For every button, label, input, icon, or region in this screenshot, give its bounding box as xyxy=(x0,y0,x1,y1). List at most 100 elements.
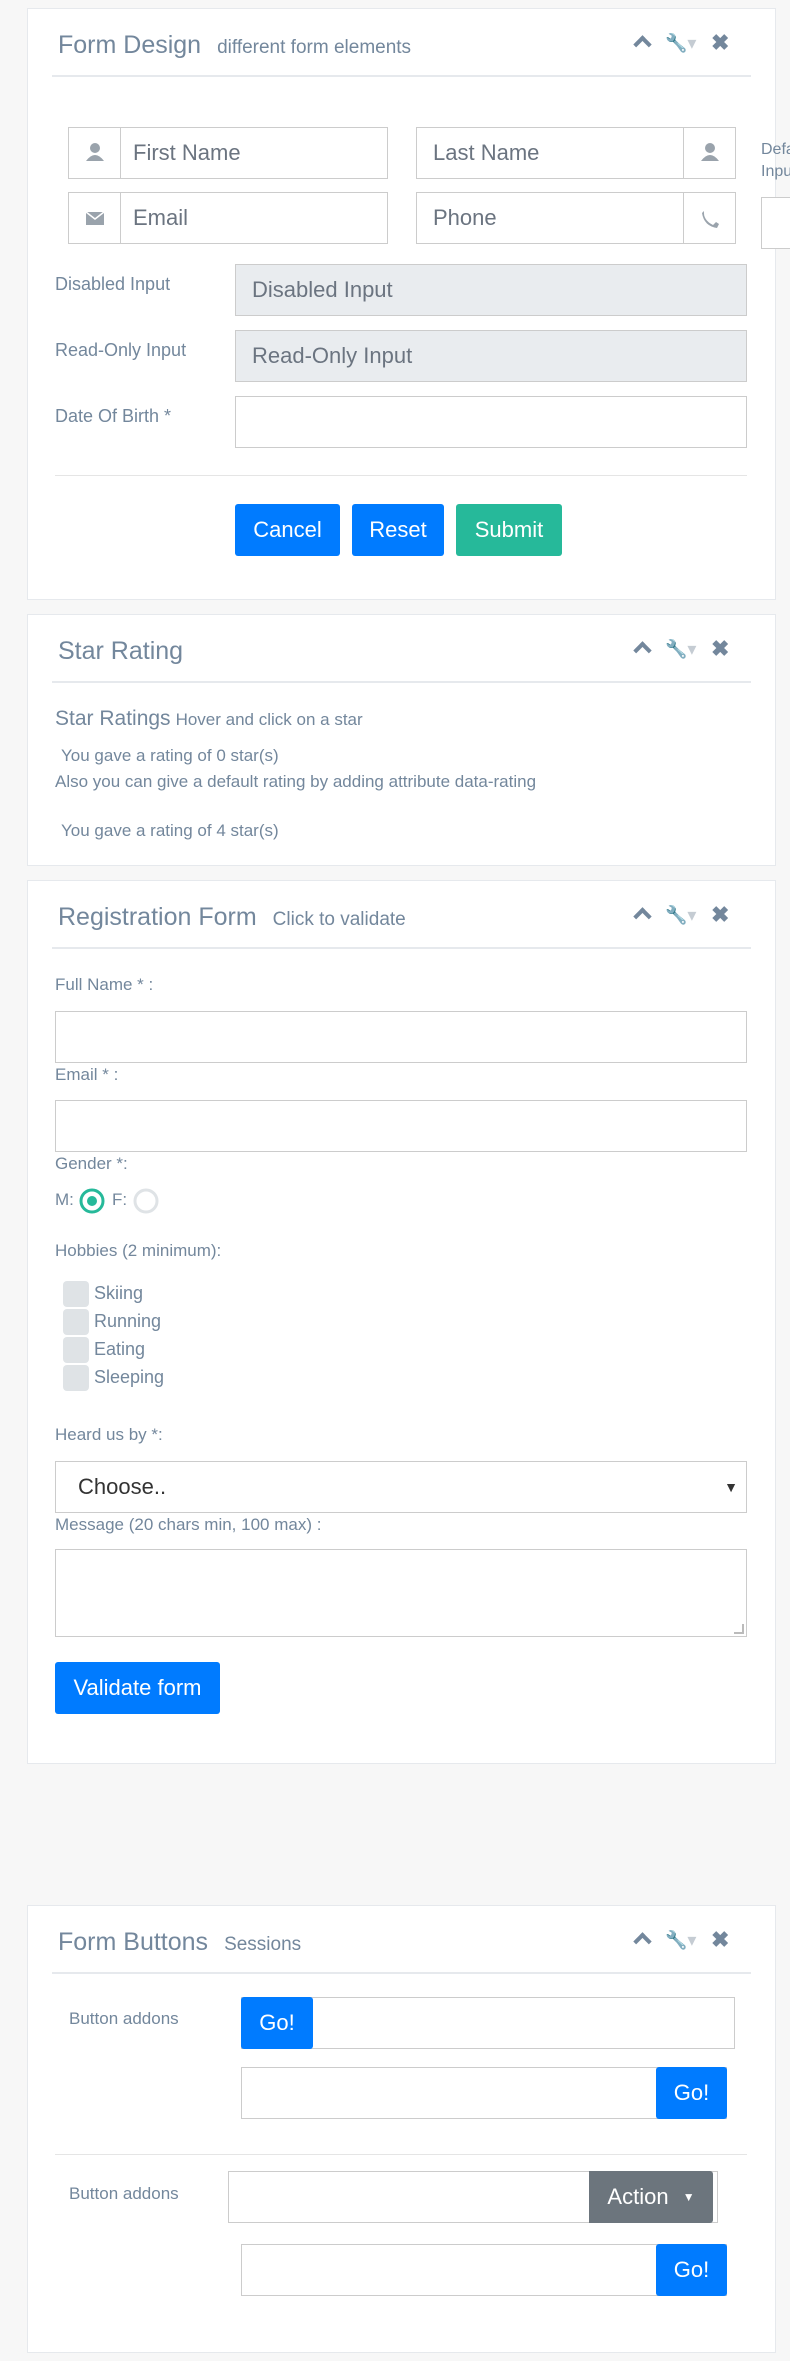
hobby-checkbox-skiing[interactable] xyxy=(63,1281,89,1307)
panel-toolbox: 🔧▾ ✖ xyxy=(633,32,743,57)
select-caret-icon: ▼ xyxy=(724,1479,738,1495)
heard-us-select[interactable]: Choose.. ▼ xyxy=(55,1461,747,1513)
collapse-chevron-icon[interactable] xyxy=(633,1930,649,1946)
panel-title: Registration Form Click to validate xyxy=(58,903,406,932)
dob-input[interactable] xyxy=(235,396,747,448)
panel-subtitle: Click to validate xyxy=(272,909,406,930)
panel-toolbox: 🔧▾ ✖ xyxy=(633,904,743,929)
panel-title-text: Form Design xyxy=(58,31,202,59)
panel-subtitle: different form elements xyxy=(217,37,412,58)
star-ratings-title: Star Ratings xyxy=(55,707,171,730)
action-label: Action xyxy=(607,2184,669,2209)
go-right-input-2[interactable] xyxy=(241,2244,727,2296)
panel-title-text: Registration Form xyxy=(58,903,257,931)
star-rating-panel: Star Rating 🔧▾ ✖ Star Ratings Hover and … xyxy=(27,614,776,866)
close-icon[interactable]: ✖ xyxy=(711,638,729,660)
last-name-placeholder: Last Name xyxy=(433,140,540,165)
close-icon[interactable]: ✖ xyxy=(711,904,729,926)
wrench-dropdown-icon[interactable]: 🔧▾ xyxy=(665,1930,699,1950)
button-addons-label: Button addons xyxy=(69,2184,179,2203)
email-placeholder: Email xyxy=(133,205,189,230)
disabled-input: Disabled Input xyxy=(235,264,747,316)
close-icon[interactable]: ✖ xyxy=(711,32,729,54)
rating-note: Also you can give a default rating by ad… xyxy=(55,772,537,791)
wrench-dropdown-icon[interactable]: 🔧▾ xyxy=(665,905,699,925)
panel-title: Form Buttons Sessions xyxy=(58,1928,301,1957)
heard-us-label: Heard us by *: xyxy=(55,1425,163,1444)
rating-output-1: You gave a rating of 0 star(s) xyxy=(61,746,279,765)
panel-toolbox: 🔧▾ ✖ xyxy=(633,1929,743,1954)
cancel-button[interactable]: Cancel xyxy=(235,504,340,556)
collapse-chevron-icon[interactable] xyxy=(633,639,649,655)
panel-title: Form Design different form elements xyxy=(58,31,411,60)
envelope-icon xyxy=(69,193,121,243)
male-label: M: xyxy=(55,1190,74,1209)
hobby-label-skiing: Skiing xyxy=(94,1283,144,1303)
message-label: Message (20 chars min, 100 max) : xyxy=(55,1515,322,1534)
readonly-input: Read-Only Input xyxy=(235,330,747,382)
panel-title-bar: Form Design different form elements 🔧▾ ✖ xyxy=(52,9,751,77)
panel-title-bar: Registration Form Click to validate 🔧▾ ✖ xyxy=(52,881,751,949)
hobby-checkbox-sleeping[interactable] xyxy=(63,1365,89,1391)
star-ratings-hint: Hover and click on a star xyxy=(175,710,363,729)
panel-title-text: Star Rating xyxy=(58,637,184,665)
star-ratings-heading: Star Ratings Hover and click on a star xyxy=(55,707,363,731)
male-radio[interactable] xyxy=(78,1187,106,1215)
go-button[interactable]: Go! xyxy=(656,2244,727,2296)
form-divider xyxy=(55,475,747,476)
gender-radio-group: M: xyxy=(55,1190,74,1210)
hobby-label-eating: Eating xyxy=(94,1339,146,1359)
button-addons-label: Button addons xyxy=(69,2009,179,2028)
close-icon[interactable]: ✖ xyxy=(711,1929,729,1951)
hobbies-label: Hobbies (2 minimum): xyxy=(55,1241,222,1260)
full-name-label: Full Name * : xyxy=(55,975,154,994)
last-name-input[interactable]: Last Name xyxy=(416,127,736,179)
buttons-divider xyxy=(55,2154,747,2155)
form-buttons-panel: Form Buttons Sessions 🔧▾ ✖ Button addons … xyxy=(27,1905,776,2353)
panel-title-text: Form Buttons xyxy=(58,1928,209,1956)
readonly-input-label: Read-Only Input xyxy=(55,340,187,360)
user-icon xyxy=(69,128,121,178)
phone-input[interactable]: Phone xyxy=(416,192,736,244)
reset-button[interactable]: Reset xyxy=(352,504,444,556)
hobby-label-running: Running xyxy=(94,1311,162,1331)
panel-title: Star Rating xyxy=(58,637,183,666)
resize-grip-icon[interactable] xyxy=(734,1624,744,1634)
message-textarea[interactable] xyxy=(55,1549,747,1637)
panel-toolbox: 🔧▾ ✖ xyxy=(633,638,743,663)
wrench-dropdown-icon[interactable]: 🔧▾ xyxy=(665,639,699,659)
go-right-input[interactable] xyxy=(241,2067,727,2119)
collapse-chevron-icon[interactable] xyxy=(633,905,649,921)
dob-label: Date Of Birth * xyxy=(55,406,172,426)
email-input[interactable] xyxy=(55,1100,747,1152)
hobby-checkbox-eating[interactable] xyxy=(63,1337,89,1363)
go-button[interactable]: Go! xyxy=(656,2067,727,2119)
action-dropdown-button[interactable]: Action ▼ xyxy=(589,2171,713,2223)
heard-us-selected: Choose.. xyxy=(78,1474,167,1499)
go-left-input[interactable] xyxy=(241,1997,735,2049)
first-name-placeholder: First Name xyxy=(133,140,241,165)
panel-title-bar: Star Rating 🔧▾ ✖ xyxy=(52,615,751,683)
full-name-input[interactable] xyxy=(55,1011,747,1063)
phone-placeholder: Phone xyxy=(433,205,497,230)
first-name-input[interactable]: First Name xyxy=(68,127,388,179)
submit-button[interactable]: Submit xyxy=(456,504,562,556)
form-design-panel: Form Design different form elements 🔧▾ ✖ … xyxy=(27,8,790,600)
go-button[interactable]: Go! xyxy=(241,1997,313,2049)
phone-icon xyxy=(683,193,735,243)
default-input-label: Defa Inpu xyxy=(761,139,790,183)
validate-form-button[interactable]: Validate form xyxy=(55,1662,220,1714)
hobby-label-sleeping: Sleeping xyxy=(94,1367,165,1387)
collapse-chevron-icon[interactable] xyxy=(633,33,649,49)
email-input[interactable]: Email xyxy=(68,192,388,244)
user-icon xyxy=(683,128,735,178)
panel-subtitle: Sessions xyxy=(224,1934,302,1955)
wrench-dropdown-icon[interactable]: 🔧▾ xyxy=(665,33,699,53)
default-label-line-2: Inpu xyxy=(761,163,790,180)
default-input-clipped[interactable] xyxy=(761,197,790,249)
hobby-checkbox-running[interactable] xyxy=(63,1309,89,1335)
female-radio[interactable] xyxy=(132,1187,160,1215)
email-label: Email * : xyxy=(55,1065,119,1084)
disabled-input-label: Disabled Input xyxy=(55,274,171,294)
registration-panel: Registration Form Click to validate 🔧▾ ✖ … xyxy=(27,880,776,1764)
